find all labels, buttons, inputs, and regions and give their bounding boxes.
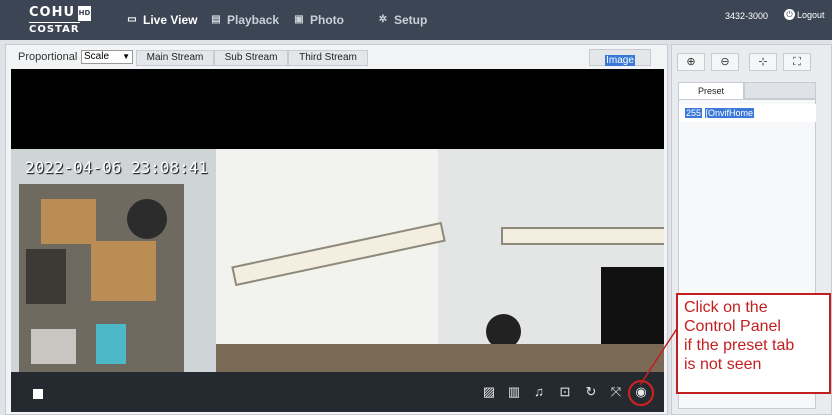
instruction-callout: Click on the Control Panel if the preset… — [676, 293, 831, 394]
callout-line: Control Panel — [684, 318, 781, 335]
callout-line: if the preset tab — [684, 337, 795, 354]
callout-line: Click on the — [684, 299, 768, 316]
callout-line: is not seen — [684, 356, 762, 373]
